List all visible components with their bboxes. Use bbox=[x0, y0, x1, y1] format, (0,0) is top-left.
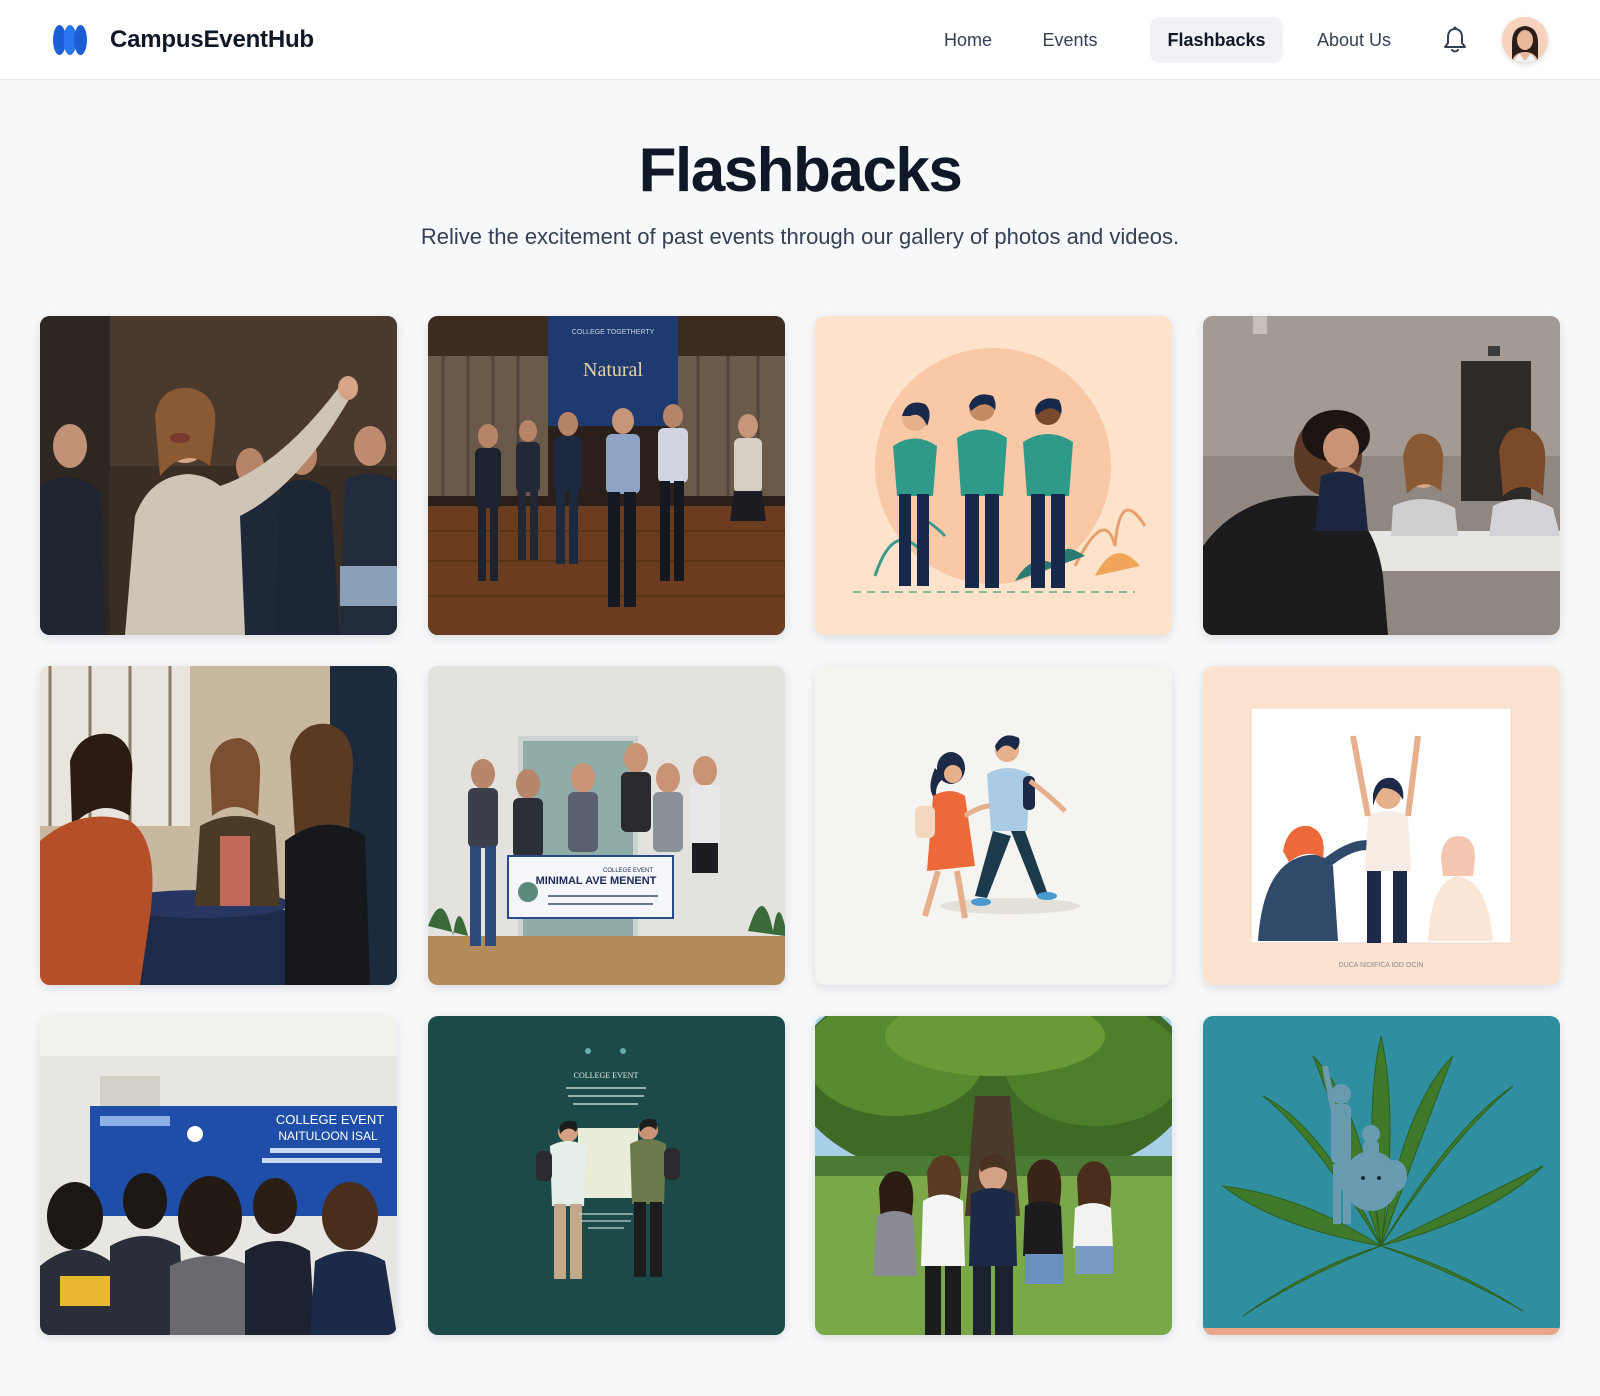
page-title: Flashbacks bbox=[638, 136, 963, 205]
top-navbar: CampusEventHub Home Events Flashbacks Ab… bbox=[0, 0, 1600, 80]
gallery-tile-palm-statue[interactable] bbox=[1203, 1016, 1560, 1335]
gallery-tile-discussion-table[interactable] bbox=[1203, 316, 1560, 635]
college-event-poster-image: COLLEGE EVENT bbox=[428, 1016, 785, 1335]
svg-text:Natural: Natural bbox=[583, 359, 643, 381]
palm-statue-image bbox=[1203, 1016, 1560, 1335]
tree-group-image bbox=[815, 1016, 1172, 1335]
notification-bell-icon[interactable] bbox=[1442, 26, 1468, 54]
cheering-crowd-image bbox=[40, 316, 397, 635]
gallery-tile-student-mixer[interactable] bbox=[40, 666, 397, 985]
brand-name: CampusEventHub bbox=[110, 26, 314, 53]
gallery-tile-friends-illustration[interactable] bbox=[815, 316, 1172, 635]
gallery-tile-cheering-crowd[interactable] bbox=[40, 316, 397, 635]
user-avatar[interactable] bbox=[1502, 17, 1548, 63]
svg-text:COLLEGE EVENT: COLLEGE EVENT bbox=[276, 1112, 384, 1127]
nav-home-link[interactable]: Home bbox=[942, 17, 994, 63]
brand-logo-icon bbox=[53, 25, 87, 55]
svg-text:COLLEGE EVENT: COLLEGE EVENT bbox=[603, 868, 653, 874]
gallery-tile-group-banner[interactable]: MINIMAL AVE MENENT COLLEGE EVENT bbox=[428, 666, 785, 985]
svg-text:COLLEGE EVENT: COLLEGE EVENT bbox=[574, 1071, 639, 1080]
walking-couple-illustration-image bbox=[815, 666, 1172, 985]
friends-illustration-image bbox=[815, 316, 1172, 635]
user-avatar-icon bbox=[1502, 17, 1548, 63]
college-event-booth-image: COLLEGE EVENT NAITULOON ISAL bbox=[40, 1016, 397, 1335]
svg-text:NAITULOON ISAL: NAITULOON ISAL bbox=[278, 1129, 378, 1143]
dance-event-image: COLLEGE TOGETHERTY Natural bbox=[428, 316, 785, 635]
celebration-illustration-image: DUCA NIDIFICA IOD OCIN bbox=[1203, 666, 1560, 985]
nav-flashbacks-link[interactable]: Flashbacks bbox=[1150, 17, 1283, 63]
gallery-tile-college-event-booth[interactable]: COLLEGE EVENT NAITULOON ISAL bbox=[40, 1016, 397, 1335]
discussion-table-image bbox=[1203, 316, 1560, 635]
svg-text:COLLEGE TOGETHERTY: COLLEGE TOGETHERTY bbox=[572, 329, 655, 336]
page-subtitle: Relive the excitement of past events thr… bbox=[420, 224, 1180, 249]
svg-text:DUCA NIDIFICA IOD OCIN: DUCA NIDIFICA IOD OCIN bbox=[1339, 962, 1424, 969]
gallery-tile-celebration[interactable]: DUCA NIDIFICA IOD OCIN bbox=[1203, 666, 1560, 985]
gallery-tile-college-event-poster[interactable]: COLLEGE EVENT bbox=[428, 1016, 785, 1335]
svg-text:MINIMAL AVE MENENT: MINIMAL AVE MENENT bbox=[536, 875, 657, 887]
brand[interactable]: CampusEventHub bbox=[52, 20, 314, 60]
gallery-tile-walking-couple[interactable] bbox=[815, 666, 1172, 985]
gallery-tile-dance-event[interactable]: COLLEGE TOGETHERTY Natural bbox=[428, 316, 785, 635]
group-banner-image: MINIMAL AVE MENENT COLLEGE EVENT bbox=[428, 666, 785, 985]
nav-about-link[interactable]: About Us bbox=[1316, 17, 1392, 63]
student-mixer-image bbox=[40, 666, 397, 985]
gallery-tile-tree-group[interactable] bbox=[815, 1016, 1172, 1335]
nav-events-link[interactable]: Events bbox=[1042, 17, 1098, 63]
